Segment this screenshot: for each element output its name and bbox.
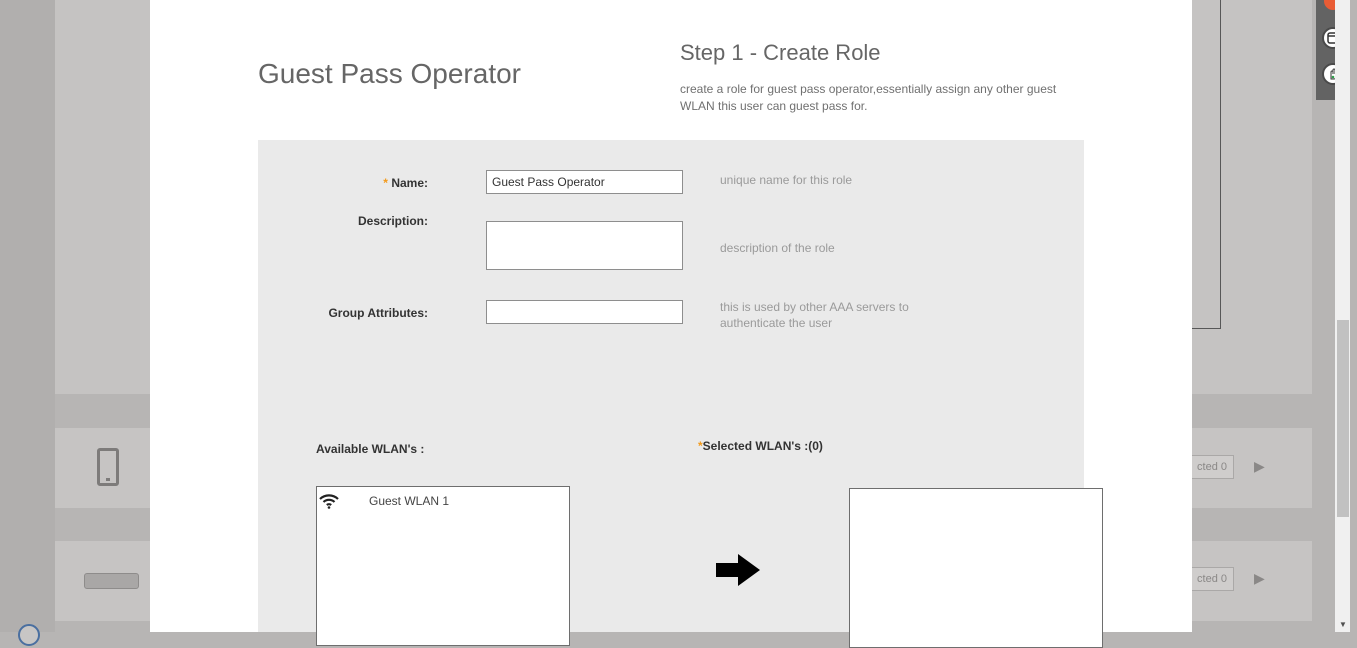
step-title: Step 1 - Create Role <box>680 40 881 65</box>
selected-wlans-list[interactable] <box>849 488 1103 648</box>
group-attributes-input[interactable] <box>486 300 683 324</box>
scrollbar-thumb[interactable] <box>1337 320 1349 517</box>
play-icon: ▶ <box>1254 458 1265 474</box>
available-wlans-label: Available WLAN's : <box>316 442 425 456</box>
description-label: Description: <box>357 214 428 228</box>
available-wlans-list[interactable]: Guest WLAN 1 <box>316 486 570 646</box>
step-description: create a role for guest pass operator,es… <box>680 82 1057 113</box>
selected-wlans-label-text: Selected WLAN's :(0) <box>702 439 823 453</box>
list-item[interactable]: Guest WLAN 1 <box>319 491 449 511</box>
name-label: * Name: <box>258 176 428 190</box>
selected-wlans-label: *Selected WLAN's :(0) <box>698 439 823 453</box>
description-input[interactable] <box>486 221 683 270</box>
description-hint: description of the role <box>720 241 835 255</box>
wlan-name: Guest WLAN 1 <box>369 494 450 508</box>
dialog-title: Guest Pass Operator <box>258 58 522 89</box>
required-marker: * <box>383 176 388 190</box>
group-attributes-hint: this is used by other AAA servers to aut… <box>720 300 909 330</box>
name-hint: unique name for this role <box>720 173 853 187</box>
background-left-column <box>0 0 55 632</box>
group-attributes-label: Group Attributes: <box>328 306 428 320</box>
scroll-down-icon[interactable]: ▼ <box>1337 619 1349 631</box>
background-left-panel <box>55 0 150 394</box>
create-role-dialog: Guest Pass Operator Step 1 - Create Role… <box>150 0 1192 648</box>
background-selected-count: cted 0 <box>1192 455 1234 479</box>
arrow-right-icon[interactable] <box>714 552 762 588</box>
access-point-icon <box>84 573 139 589</box>
name-label-text: Name: <box>391 176 428 190</box>
play-icon: ▶ <box>1254 570 1265 586</box>
role-form: * Name: unique name for this role Descri… <box>258 140 1103 648</box>
help-icon[interactable] <box>18 624 40 646</box>
wifi-icon <box>319 493 339 509</box>
name-input[interactable] <box>486 170 683 194</box>
background-selected-count: cted 0 <box>1192 567 1234 591</box>
background-panel-frame <box>1192 0 1221 329</box>
scrollbar-track[interactable] <box>1335 0 1350 632</box>
phone-icon <box>97 448 119 486</box>
